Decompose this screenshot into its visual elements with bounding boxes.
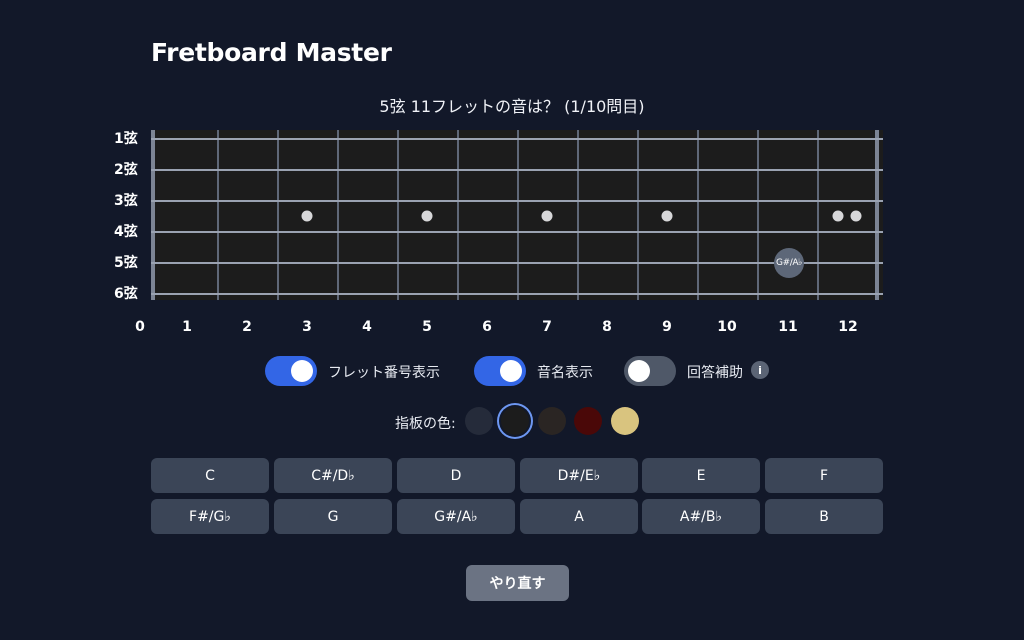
answer-button-c-sharp[interactable]: C#/D♭: [274, 458, 392, 493]
toggle-knob: [628, 360, 650, 382]
board-color-swatch-navy[interactable]: [465, 407, 493, 435]
inlay-dot-9: [661, 210, 673, 222]
string-4: [151, 231, 883, 233]
fret-number-display-toggle[interactable]: [265, 356, 317, 386]
string-3: [151, 200, 883, 202]
inlay-dot-12a: [832, 210, 844, 222]
inlay-dot-12b: [850, 210, 862, 222]
nut: [151, 130, 155, 300]
target-note-marker: G#/A♭: [774, 248, 804, 278]
inlay-dot-3: [301, 210, 313, 222]
string-label-6: 6弦: [114, 286, 138, 302]
string-label-4: 4弦: [114, 224, 138, 240]
fret-wire-12: [875, 130, 879, 300]
fret-number-8: 8: [602, 319, 612, 335]
board-color-swatch-maroon[interactable]: [574, 407, 602, 435]
fret-wire-10: [757, 130, 759, 300]
fret-number-2: 2: [242, 319, 252, 335]
answer-button-d[interactable]: D: [397, 458, 515, 493]
fret-number-6: 6: [482, 319, 492, 335]
answer-assist-toggle[interactable]: [624, 356, 676, 386]
answer-button-c[interactable]: C: [151, 458, 269, 493]
board-color-swatch-dark-brown[interactable]: [538, 407, 566, 435]
board-color-label: 指板の色:: [395, 416, 456, 432]
string-6: [151, 293, 883, 295]
answer-button-b[interactable]: B: [765, 499, 883, 534]
board-color-swatch-maple[interactable]: [611, 407, 639, 435]
fret-wire-4: [397, 130, 399, 300]
answer-button-a-sharp[interactable]: A#/B♭: [642, 499, 760, 534]
toggle-knob: [291, 360, 313, 382]
fret-wire-5: [457, 130, 459, 300]
fret-number-7: 7: [542, 319, 552, 335]
string-label-1: 1弦: [114, 131, 138, 147]
answer-button-g[interactable]: G: [274, 499, 392, 534]
retry-button[interactable]: やり直す: [466, 565, 569, 601]
fret-wire-3: [337, 130, 339, 300]
fret-wire-9: [697, 130, 699, 300]
fret-number-display-label: フレット番号表示: [328, 365, 440, 381]
board-color-swatch-black[interactable]: [501, 407, 529, 435]
note-name-display-label: 音名表示: [537, 365, 593, 381]
string-label-5: 5弦: [114, 255, 138, 271]
string-1: [151, 138, 883, 140]
answer-button-a[interactable]: A: [520, 499, 638, 534]
fretboard: [151, 130, 883, 300]
answer-button-e[interactable]: E: [642, 458, 760, 493]
fret-wire-11: [817, 130, 819, 300]
app-title: Fretboard Master: [151, 38, 392, 67]
string-label-2: 2弦: [114, 162, 138, 178]
answer-button-d-sharp[interactable]: D#/E♭: [520, 458, 638, 493]
fret-wire-7: [577, 130, 579, 300]
string-2: [151, 169, 883, 171]
answer-button-f-sharp[interactable]: F#/G♭: [151, 499, 269, 534]
fret-wire-6: [517, 130, 519, 300]
answer-button-f[interactable]: F: [765, 458, 883, 493]
fret-number-3: 3: [302, 319, 312, 335]
info-icon[interactable]: i: [751, 361, 769, 379]
fret-number-1: 1: [182, 319, 192, 335]
fret-wire-8: [637, 130, 639, 300]
fret-number-10: 10: [717, 319, 737, 335]
fret-number-9: 9: [662, 319, 672, 335]
toggle-knob: [500, 360, 522, 382]
note-name-display-toggle[interactable]: [474, 356, 526, 386]
fret-number-4: 4: [362, 319, 372, 335]
answer-assist-label: 回答補助: [687, 365, 743, 381]
quiz-question: 5弦 11フレットの音は？ (1/10問目): [379, 97, 645, 116]
fret-number-5: 5: [422, 319, 432, 335]
fret-number-0: 0: [135, 319, 145, 335]
fret-wire-2: [277, 130, 279, 300]
fret-number-11: 11: [778, 319, 798, 335]
fret-wire-1: [217, 130, 219, 300]
answer-button-g-sharp[interactable]: G#/A♭: [397, 499, 515, 534]
inlay-dot-7: [541, 210, 553, 222]
fret-number-12: 12: [838, 319, 858, 335]
inlay-dot-5: [421, 210, 433, 222]
string-label-3: 3弦: [114, 193, 138, 209]
